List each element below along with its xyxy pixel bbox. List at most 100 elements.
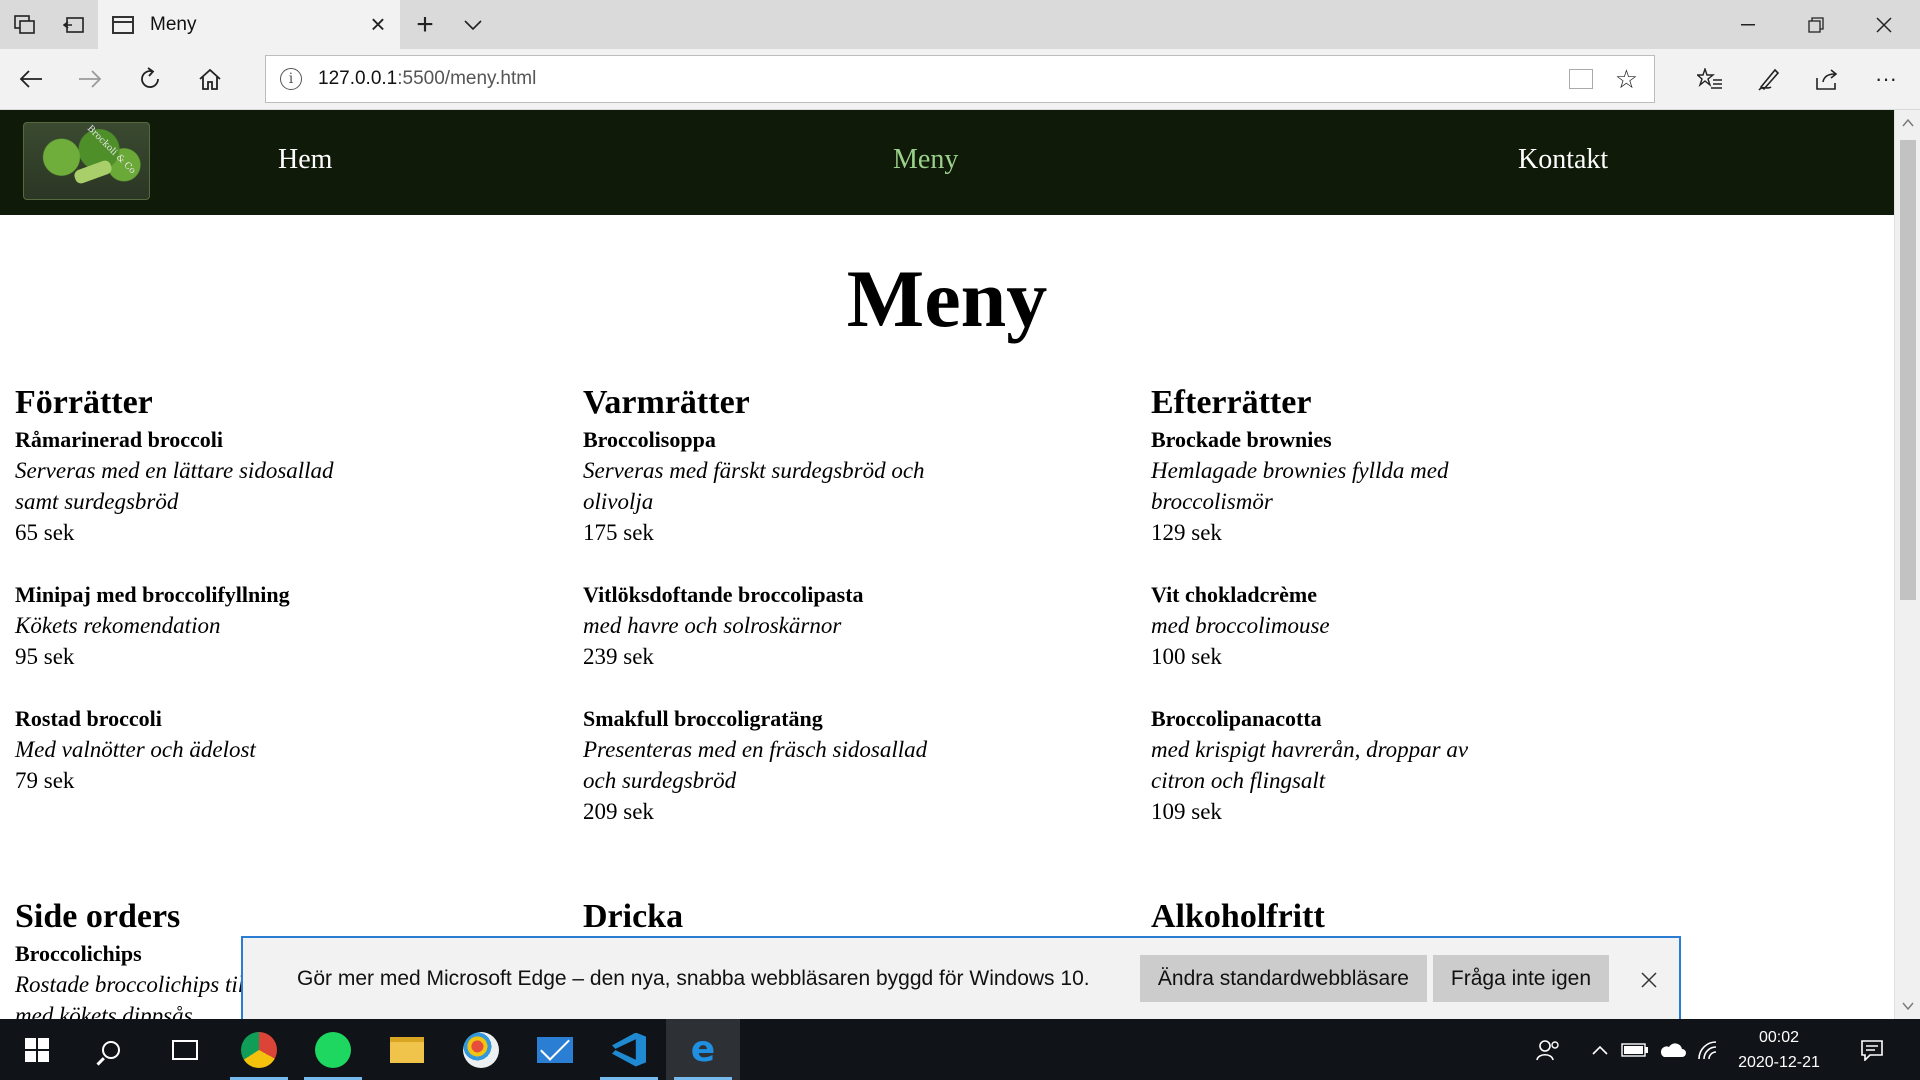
search-button[interactable] bbox=[74, 1019, 148, 1080]
onedrive-icon[interactable] bbox=[1654, 1019, 1690, 1080]
dish-price: 79 sek bbox=[15, 768, 75, 793]
dish-name: Smakfull broccoligratäng bbox=[583, 706, 823, 731]
menu-item: Vitlöksdoftande broccolipasta med havre … bbox=[583, 579, 1103, 672]
minimize-icon[interactable] bbox=[1714, 0, 1782, 49]
taskbar-clock[interactable]: 00:02 2020-12-21 bbox=[1724, 1025, 1834, 1075]
dish-description: med broccolimouse bbox=[1151, 613, 1330, 638]
taskbar-edge[interactable]: e bbox=[666, 1019, 740, 1080]
favorites-list-icon[interactable] bbox=[1686, 55, 1734, 103]
close-window-icon[interactable] bbox=[1850, 0, 1918, 49]
refresh-icon[interactable] bbox=[126, 55, 174, 103]
menu-section-varmratter: Varmrätter Broccolisoppa Serveras med fä… bbox=[583, 384, 1103, 858]
tab-strip: Meny × + bbox=[0, 0, 1920, 49]
taskbar-paint[interactable] bbox=[444, 1019, 518, 1080]
dish-description: Serveras med en lättare sidosallad samt … bbox=[15, 458, 334, 514]
home-icon[interactable] bbox=[186, 55, 234, 103]
scroll-up-icon[interactable] bbox=[1895, 110, 1920, 136]
site-header: Brockoli & Co Hem Meny Kontakt bbox=[0, 110, 1894, 215]
browser-navbar: i 127.0.0.1:5500/meny.html ☆ ··· bbox=[0, 49, 1920, 110]
url-text[interactable]: 127.0.0.1:5500/meny.html bbox=[318, 68, 1569, 90]
more-options-icon[interactable]: ··· bbox=[1862, 55, 1910, 103]
dish-price: 239 sek bbox=[583, 644, 654, 669]
folder-icon bbox=[390, 1036, 424, 1063]
menu-item: Brockade brownies Hemlagade brownies fyl… bbox=[1151, 424, 1671, 548]
dish-name: Rostad broccoli bbox=[15, 706, 162, 731]
scroll-down-icon[interactable] bbox=[1895, 993, 1920, 1019]
close-notification-icon[interactable] bbox=[1619, 963, 1679, 995]
scrollbar-thumb[interactable] bbox=[1900, 140, 1916, 600]
taskbar-file-explorer[interactable] bbox=[370, 1019, 444, 1080]
mail-icon bbox=[537, 1036, 573, 1063]
tabs-aside-icon[interactable] bbox=[49, 0, 98, 49]
tab-title: Meny bbox=[150, 13, 197, 35]
share-icon[interactable] bbox=[1803, 55, 1851, 103]
taskbar-chrome[interactable] bbox=[222, 1019, 296, 1080]
tab-actions-icon[interactable] bbox=[0, 0, 49, 49]
chevron-up-icon[interactable] bbox=[1585, 1019, 1615, 1080]
dish-description: med havre och solroskärnor bbox=[583, 613, 842, 638]
restore-icon[interactable] bbox=[1782, 0, 1850, 49]
dish-name: Vit chokladcrème bbox=[1151, 582, 1317, 607]
section-title: Varmrätter bbox=[583, 384, 750, 421]
section-title: Alkoholfritt bbox=[1151, 898, 1325, 935]
forward-arrow-icon[interactable] bbox=[66, 55, 114, 103]
battery-icon[interactable] bbox=[1618, 1019, 1652, 1080]
default-browser-notification: Gör mer med Microsoft Edge – den nya, sn… bbox=[241, 936, 1681, 1019]
nav-link-hem[interactable]: Hem bbox=[278, 144, 332, 176]
menu-section-alkoholfritt: Alkoholfritt bbox=[1151, 898, 1671, 938]
back-arrow-icon[interactable] bbox=[7, 55, 55, 103]
dish-name: Broccolipanacotta bbox=[1151, 706, 1322, 731]
section-title: Side orders bbox=[15, 898, 181, 935]
windows-taskbar: e 00:02 2020-12-21 bbox=[0, 1019, 1920, 1080]
task-view-icon bbox=[172, 1039, 198, 1060]
section-title: Efterrätter bbox=[1151, 384, 1312, 421]
info-icon[interactable]: i bbox=[280, 68, 302, 90]
dish-description: Serveras med färskt surdegsbröd och oliv… bbox=[583, 458, 925, 514]
nav-link-kontakt[interactable]: Kontakt bbox=[1518, 144, 1608, 176]
dish-description: Presenteras med en fräsch sidosallad och… bbox=[583, 737, 928, 793]
dont-ask-again-button[interactable]: Fråga inte igen bbox=[1432, 955, 1609, 1002]
page-scrollbar[interactable] bbox=[1894, 110, 1920, 1019]
start-button[interactable] bbox=[0, 1019, 74, 1080]
search-icon bbox=[102, 1040, 120, 1059]
reading-view-icon[interactable] bbox=[1568, 69, 1593, 89]
dish-description: Med valnötter och ädelost bbox=[15, 737, 256, 762]
dish-description: Kökets rekomendation bbox=[15, 613, 221, 638]
menu-item: Råmarinerad broccoli Serveras med en lät… bbox=[15, 424, 535, 548]
browser-tab[interactable]: Meny × bbox=[98, 0, 400, 49]
section-title: Förrätter bbox=[15, 384, 153, 421]
new-tab-icon[interactable]: + bbox=[400, 0, 450, 49]
dish-name: Vitlöksdoftande broccolipasta bbox=[583, 582, 864, 607]
page-icon bbox=[112, 15, 134, 34]
chrome-icon bbox=[241, 1031, 277, 1068]
taskbar-vscode[interactable] bbox=[592, 1019, 666, 1080]
change-default-browser-button[interactable]: Ändra standardwebbläsare bbox=[1139, 955, 1427, 1002]
edge-icon: e bbox=[690, 1029, 716, 1070]
dish-name: Brockade brownies bbox=[1151, 427, 1332, 452]
close-tab-icon[interactable]: × bbox=[356, 9, 400, 40]
taskbar-spotify[interactable] bbox=[296, 1019, 370, 1080]
broccoli-logo[interactable]: Brockoli & Co bbox=[23, 122, 150, 200]
menu-item: Minipaj med broccolifyllning Kökets reko… bbox=[15, 579, 535, 672]
pen-icon[interactable] bbox=[1745, 55, 1793, 103]
spotify-icon bbox=[315, 1031, 351, 1068]
taskbar-mail[interactable] bbox=[518, 1019, 592, 1080]
dish-description: Hemlagade brownies fyllda med broccolism… bbox=[1151, 458, 1449, 514]
dish-price: 129 sek bbox=[1151, 520, 1222, 545]
paint-icon bbox=[463, 1031, 499, 1068]
dish-name: Minipaj med broccolifyllning bbox=[15, 582, 290, 607]
chevron-down-icon[interactable] bbox=[450, 0, 495, 49]
people-icon[interactable] bbox=[1528, 1019, 1568, 1080]
clock-date: 2020-12-21 bbox=[1738, 1054, 1820, 1071]
favorite-star-icon[interactable]: ☆ bbox=[1615, 64, 1638, 95]
task-view-button[interactable] bbox=[148, 1019, 222, 1080]
address-bar[interactable]: i 127.0.0.1:5500/meny.html ☆ bbox=[265, 55, 1655, 103]
clock-time: 00:02 bbox=[1758, 1029, 1800, 1046]
wifi-icon[interactable] bbox=[1692, 1019, 1724, 1080]
dish-price: 65 sek bbox=[15, 520, 75, 545]
menu-section-forratter: Förrätter Råmarinerad broccoli Serveras … bbox=[15, 384, 535, 827]
dish-price: 175 sek bbox=[583, 520, 654, 545]
notifications-icon[interactable] bbox=[1850, 1019, 1894, 1080]
menu-item: Rostad broccoli Med valnötter och ädelos… bbox=[15, 703, 535, 796]
nav-link-meny[interactable]: Meny bbox=[893, 144, 958, 176]
